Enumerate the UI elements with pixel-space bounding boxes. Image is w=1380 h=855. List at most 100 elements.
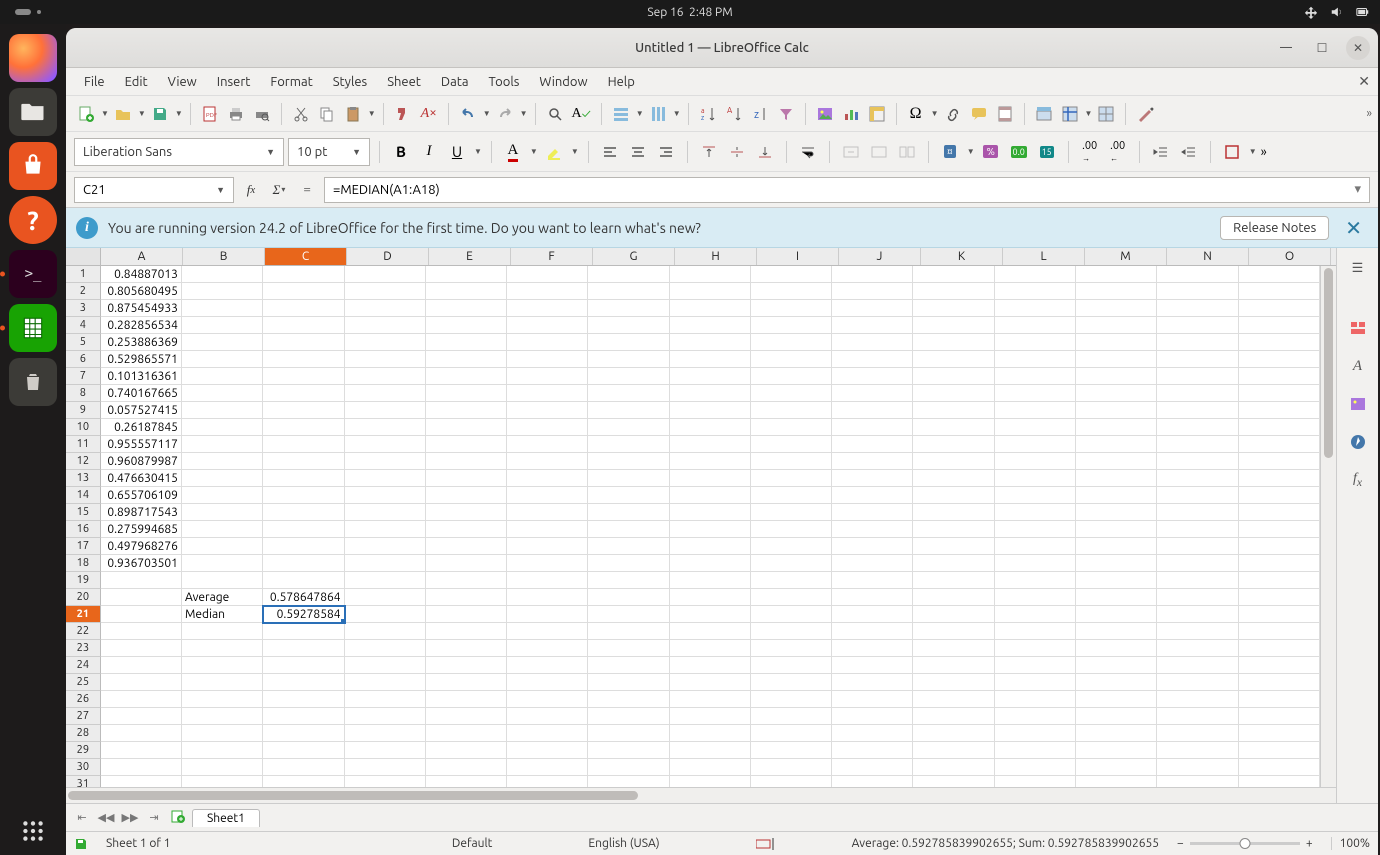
cell[interactable]	[1076, 776, 1157, 787]
cell[interactable]	[507, 436, 588, 453]
zoom-out-button[interactable]: −	[1177, 837, 1184, 850]
cell[interactable]	[913, 402, 994, 419]
cell[interactable]	[1239, 640, 1320, 657]
cell[interactable]	[995, 555, 1076, 572]
merge-cells-button[interactable]	[839, 139, 863, 165]
cell[interactable]	[1157, 487, 1238, 504]
cell[interactable]	[1157, 419, 1238, 436]
cell[interactable]	[995, 759, 1076, 776]
cell[interactable]	[345, 674, 426, 691]
cell[interactable]	[670, 487, 751, 504]
cell[interactable]	[588, 691, 669, 708]
cell[interactable]	[751, 589, 832, 606]
cell[interactable]	[588, 708, 669, 725]
cell[interactable]	[913, 487, 994, 504]
cell[interactable]	[913, 436, 994, 453]
cell[interactable]	[1239, 691, 1320, 708]
release-notes-button[interactable]: Release Notes	[1220, 216, 1329, 240]
cell[interactable]	[1239, 776, 1320, 787]
font-color-button[interactable]: A	[501, 139, 525, 165]
formula-button[interactable]: =	[296, 179, 318, 201]
cell[interactable]	[1157, 385, 1238, 402]
cell[interactable]	[1157, 606, 1238, 623]
save-button[interactable]	[148, 101, 172, 127]
cell[interactable]	[426, 453, 507, 470]
cell[interactable]	[1157, 623, 1238, 640]
cell[interactable]	[995, 470, 1076, 487]
cell[interactable]	[182, 555, 263, 572]
cell[interactable]	[101, 691, 182, 708]
cell[interactable]	[995, 521, 1076, 538]
cell[interactable]	[588, 776, 669, 787]
menubar-close-doc[interactable]: ✕	[1358, 73, 1370, 90]
row-header[interactable]: 23	[66, 640, 101, 657]
cell[interactable]	[995, 606, 1076, 623]
column-header[interactable]: N	[1167, 248, 1249, 265]
cell[interactable]	[670, 453, 751, 470]
cell[interactable]	[832, 385, 913, 402]
cell[interactable]	[670, 283, 751, 300]
cell[interactable]	[995, 708, 1076, 725]
cell[interactable]	[345, 334, 426, 351]
menu-window[interactable]: Window	[529, 71, 597, 93]
cell[interactable]	[345, 708, 426, 725]
cell[interactable]: 0.275994685	[101, 521, 182, 538]
cell[interactable]	[588, 368, 669, 385]
cell[interactable]	[751, 623, 832, 640]
cell[interactable]	[832, 725, 913, 742]
cell[interactable]	[101, 674, 182, 691]
cell[interactable]	[1157, 572, 1238, 589]
clone-formatting-button[interactable]	[391, 101, 415, 127]
paste-button[interactable]	[341, 101, 365, 127]
cell[interactable]	[913, 419, 994, 436]
cell[interactable]	[913, 640, 994, 657]
cell[interactable]	[751, 725, 832, 742]
cell[interactable]: 0.26187845	[101, 419, 182, 436]
cell[interactable]	[751, 368, 832, 385]
cell[interactable]	[670, 470, 751, 487]
cell[interactable]	[263, 385, 344, 402]
cell[interactable]	[670, 640, 751, 657]
cell[interactable]	[751, 555, 832, 572]
cell[interactable]	[263, 708, 344, 725]
cell[interactable]	[995, 623, 1076, 640]
cell[interactable]	[101, 606, 182, 623]
menu-format[interactable]: Format	[260, 71, 322, 93]
cell[interactable]	[670, 674, 751, 691]
insert-comment-button[interactable]	[967, 101, 991, 127]
cell[interactable]	[1076, 368, 1157, 385]
column-header[interactable]: D	[347, 248, 429, 265]
cell[interactable]	[1157, 657, 1238, 674]
cell[interactable]	[832, 266, 913, 283]
cell[interactable]	[345, 317, 426, 334]
cell[interactable]	[670, 521, 751, 538]
cell[interactable]	[426, 725, 507, 742]
window-close[interactable]	[1346, 36, 1370, 60]
find-button[interactable]	[543, 101, 567, 127]
cell[interactable]	[670, 368, 751, 385]
cell[interactable]	[751, 419, 832, 436]
cell[interactable]	[345, 640, 426, 657]
cell[interactable]	[263, 691, 344, 708]
function-wizard-button[interactable]: fx	[240, 179, 262, 201]
cell[interactable]	[588, 759, 669, 776]
cut-button[interactable]	[289, 101, 313, 127]
cell[interactable]	[345, 266, 426, 283]
cell[interactable]	[345, 742, 426, 759]
cell[interactable]	[101, 776, 182, 787]
sidebar-properties-icon[interactable]	[1344, 314, 1372, 342]
cell[interactable]	[1076, 436, 1157, 453]
formula-input[interactable]: =MEDIAN(A1:A18)▾	[324, 177, 1370, 203]
cell[interactable]	[182, 572, 263, 589]
cell[interactable]	[588, 266, 669, 283]
cell[interactable]	[995, 402, 1076, 419]
cell[interactable]	[913, 300, 994, 317]
cell[interactable]	[426, 691, 507, 708]
cell[interactable]	[263, 538, 344, 555]
cell[interactable]	[1076, 589, 1157, 606]
toolbar-overflow[interactable]: »	[1366, 107, 1372, 120]
cell[interactable]	[1076, 708, 1157, 725]
split-window-button[interactable]	[1094, 101, 1118, 127]
cell[interactable]	[426, 402, 507, 419]
cell[interactable]	[588, 317, 669, 334]
